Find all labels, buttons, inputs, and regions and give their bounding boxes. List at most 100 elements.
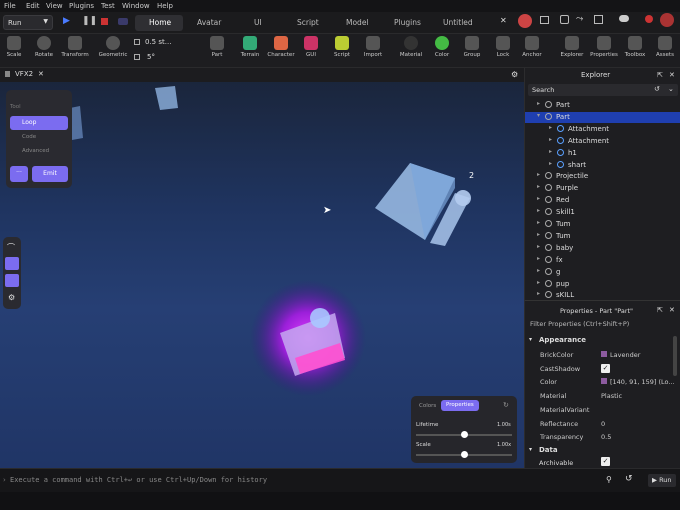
scale-slider-handle[interactable] [461,451,468,458]
property-value[interactable]: 0.5 [601,433,611,441]
rotate-button[interactable]: Rotate [32,36,56,58]
lifetime-slider-handle[interactable] [461,431,468,438]
explorer-item[interactable]: ▸ baby [525,243,680,254]
script-button[interactable]: Script [331,36,353,58]
vfx-code[interactable]: Code [10,134,36,140]
chevron-down-icon[interactable]: ⌄ [668,85,674,93]
explorer-item[interactable]: ▸ shart [525,160,680,171]
property-value[interactable]: [140, 91, 159] (Lo... [610,378,675,386]
expand-arrow-icon[interactable]: ▸ [537,255,540,262]
expand-arrow-icon[interactable]: ▸ [549,124,552,131]
tab-vfx2[interactable]: VFX2 [15,70,33,78]
expand-arrow-icon[interactable]: ▸ [537,183,540,190]
property-value[interactable]: Plastic [601,392,622,400]
group-button[interactable]: Group [460,36,484,58]
properties-button[interactable]: Properties [588,36,620,58]
history-icon[interactable]: ↺ [625,474,633,484]
explorer-item[interactable]: ▸ g [525,267,680,278]
data-section[interactable]: Data [539,446,558,454]
gear-icon[interactable]: ⚙ [511,70,518,79]
expand-arrow-icon[interactable]: ▸ [549,148,552,155]
part-button[interactable]: Part [207,36,227,58]
explorer-item[interactable]: ▾ Part [525,111,680,123]
import-button[interactable]: Import [361,36,385,58]
refresh-icon[interactable]: ↻ [503,401,509,409]
move-tool-icon[interactable] [5,257,19,270]
explorer-item[interactable]: ▸ Red [525,195,680,206]
record-icon[interactable] [518,14,532,28]
expand-arrow-icon[interactable]: ▸ [537,219,540,226]
explorer-search-input[interactable]: Search ↺ ⌄ [528,84,678,96]
color-button[interactable]: Color [431,36,453,58]
rotate-checkbox[interactable] [134,54,140,60]
property-value[interactable]: ✓ [601,363,610,373]
device-icon[interactable] [118,18,128,25]
undock-icon[interactable]: ⇱ [657,71,663,79]
property-value[interactable]: Lavender [610,351,640,359]
tab-script[interactable]: Script [297,18,319,27]
explorer-item[interactable]: ▸ Tum [525,219,680,230]
character-button[interactable]: Character [265,36,297,58]
pause-icon[interactable]: ❚❚ [82,16,97,26]
undock-icon[interactable]: ⇱ [657,306,663,314]
vfx-loop-button[interactable]: Loop [10,116,68,130]
menu-file[interactable]: File [4,2,16,10]
grid-icon[interactable] [594,15,603,24]
gui-button[interactable]: GUI [301,36,321,58]
emit-button[interactable]: Emit [32,166,68,182]
expand-arrow-icon[interactable]: ▸ [537,231,540,238]
toolbox-button[interactable]: Toolbox [622,36,648,58]
lock-button[interactable]: Lock [493,36,513,58]
explorer-item[interactable]: ▸ Skill1 [525,207,680,218]
explorer-item[interactable]: ▸ Attachment [525,124,680,135]
chevron-down-icon[interactable]: ▾ [529,336,532,343]
tab-properties[interactable]: Properties [441,400,479,411]
select-tool-icon[interactable] [5,274,19,287]
expand-arrow-icon[interactable]: ▸ [537,267,540,274]
anchor-button[interactable]: Anchor [520,36,544,58]
run-command-button[interactable]: ▶ Run [648,474,676,487]
menu-help[interactable]: Help [157,2,173,10]
property-row[interactable]: Transparency 0.5 [526,430,676,443]
window-icon[interactable] [560,15,569,24]
curve-tool-icon[interactable]: ⌒ [7,242,15,253]
menu-test[interactable]: Test [101,2,115,10]
command-input[interactable]: Execute a command with Ctrl+↩ or use Ctr… [10,476,267,484]
vfx-more-button[interactable]: ··· [10,166,28,182]
expand-arrow-icon[interactable]: ▸ [537,100,540,107]
avatar[interactable] [660,13,674,27]
assets-button[interactable]: Assets [652,36,678,58]
expand-arrow-icon[interactable]: ▸ [549,136,552,143]
vfx-advanced[interactable]: Advanced [10,148,49,154]
tab-avatar[interactable]: Avatar [197,18,221,27]
share-icon[interactable]: ⤳ [576,14,583,24]
tab-home[interactable]: Home [149,18,171,27]
property-row[interactable]: BrickColor Lavender [526,348,676,361]
play-icon[interactable]: ▶ [63,16,70,26]
explorer-item[interactable]: ▸ h1 [525,148,680,159]
screenshot-icon[interactable] [540,16,549,24]
expand-arrow-icon[interactable]: ▸ [537,279,540,286]
tab-model[interactable]: Model [346,18,369,27]
expand-arrow-icon[interactable]: ▸ [549,160,552,167]
move-checkbox[interactable] [134,39,140,45]
property-row[interactable]: Reflectance 0 [526,417,676,430]
explorer-item[interactable]: ▸ Tum [525,231,680,242]
menu-window[interactable]: Window [122,2,150,10]
settings-tool-icon[interactable]: ⚙ [8,293,15,302]
explorer-item[interactable]: ▸ Attachment [525,136,680,147]
property-value[interactable]: 0 [601,420,605,428]
menu-edit[interactable]: Edit [26,2,40,10]
property-row[interactable]: MaterialVariant [526,403,676,416]
filter-properties-input[interactable]: Filter Properties (Ctrl+Shift+P) [530,320,629,328]
explorer-item[interactable]: ▸ pup [525,279,680,290]
close-icon[interactable]: ✕ [500,16,507,25]
explorer-item[interactable]: ▸ fx [525,255,680,266]
expand-arrow-icon[interactable]: ▾ [537,112,540,119]
bookmark-icon[interactable]: ⚲ [606,475,612,484]
scale-button[interactable]: Scale [3,36,25,58]
close-explorer-icon[interactable]: ✕ [669,71,675,79]
stop-icon[interactable] [101,18,108,25]
tab-colors[interactable]: Colors [419,403,436,409]
vfx-tool[interactable]: Tool [10,104,21,110]
